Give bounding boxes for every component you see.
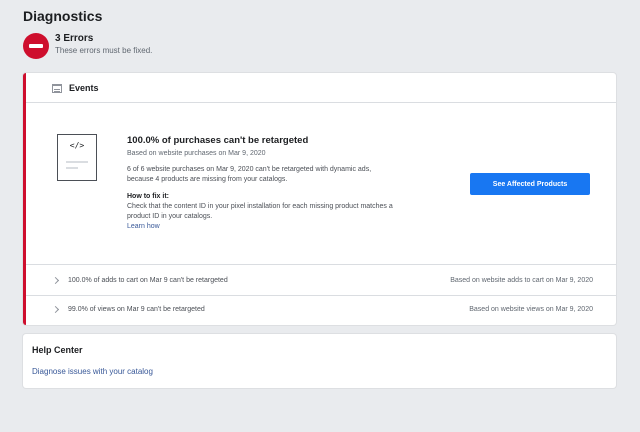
main-issue: </> 100.0% of purchases can't be retarge…: [26, 104, 616, 265]
help-center-card: Help Center Diagnose issues with your ca…: [23, 334, 616, 388]
page-title: Diagnostics: [23, 8, 103, 24]
row-basis: Based on website views on Mar 9, 2020: [469, 306, 593, 313]
learn-how-link[interactable]: Learn how: [127, 223, 160, 230]
issue-row-views[interactable]: 99.0% of views on Mar 9 can't be retarge…: [26, 295, 616, 325]
code-line: [66, 167, 78, 169]
help-center-title: Help Center: [32, 345, 83, 355]
fix-description: Check that the content ID in your pixel …: [127, 203, 393, 220]
error-subtitle: These errors must be fixed.: [55, 46, 153, 55]
events-card: Events </> 100.0% of purchases can't be …: [23, 73, 616, 325]
row-basis: Based on website adds to cart on Mar 9, …: [450, 277, 593, 284]
events-card-header: Events: [26, 73, 616, 103]
issue-row-adds-to-cart[interactable]: 100.0% of adds to cart on Mar 9 can't be…: [26, 266, 616, 296]
minus-circle-icon: [23, 33, 49, 59]
chevron-right-icon: [51, 305, 60, 314]
row-label: 100.0% of adds to cart on Mar 9 can't be…: [68, 277, 228, 284]
see-affected-products-button[interactable]: See Affected Products: [470, 173, 590, 195]
issue-title: 100.0% of purchases can't be retargeted: [127, 135, 309, 146]
issue-description: 6 of 6 website purchases on Mar 9, 2020 …: [127, 166, 372, 183]
code-glyph: </>: [69, 141, 85, 150]
code-line: [66, 161, 88, 163]
calendar-icon: [52, 84, 62, 93]
fix-title: How to fix it:: [127, 193, 169, 200]
issue-basis: Based on website purchases on Mar 9, 202…: [127, 150, 266, 157]
chevron-right-icon: [51, 276, 60, 285]
diagnose-catalog-link[interactable]: Diagnose issues with your catalog: [32, 367, 153, 376]
events-card-title: Events: [69, 83, 99, 93]
code-icon: </>: [57, 134, 97, 181]
error-count: 3 Errors: [55, 33, 94, 44]
error-summary: 3 Errors These errors must be fixed.: [23, 33, 323, 59]
row-label: 99.0% of views on Mar 9 can't be retarge…: [68, 306, 205, 313]
